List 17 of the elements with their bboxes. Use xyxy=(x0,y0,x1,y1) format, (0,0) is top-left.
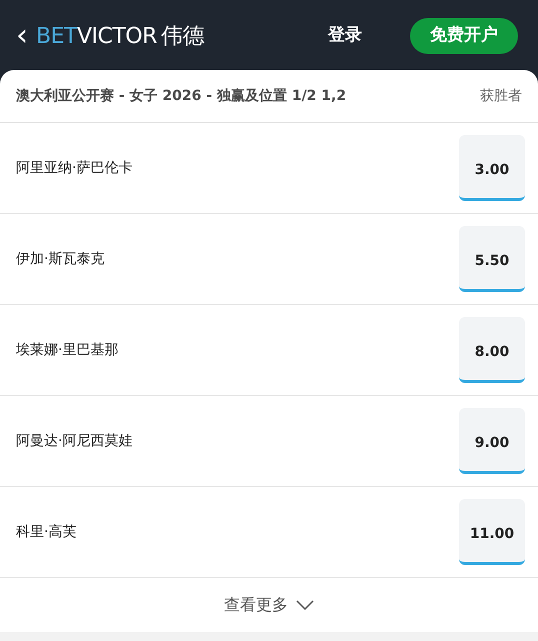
selection-name: 科里·高芙 xyxy=(16,522,76,542)
selection-name: 埃莱娜·里巴基那 xyxy=(16,340,118,360)
odds-button[interactable]: 3.00 xyxy=(459,135,525,201)
market-title: 澳大利亚公开赛 - 女子 2026 - 独赢及位置 1/2 1,2 xyxy=(16,86,346,106)
odds-button[interactable]: 11.00 xyxy=(459,499,525,565)
odds-button[interactable]: 8.00 xyxy=(459,317,525,383)
signup-button[interactable]: 免费开户 xyxy=(410,18,518,54)
brand-logo: BETVICTOR 伟德 xyxy=(36,22,204,50)
back-button[interactable]: ‹ xyxy=(16,21,28,51)
market-type: 获胜者 xyxy=(480,86,522,106)
odds-button[interactable]: 9.00 xyxy=(459,408,525,474)
selection-name: 伊加·斯瓦泰克 xyxy=(16,250,104,268)
selection-name: 阿里亚纳·萨巴伦卡 xyxy=(16,158,132,178)
chevron-down-icon xyxy=(296,600,314,610)
login-button[interactable]: 登录 xyxy=(328,23,362,49)
odds-button[interactable]: 5.50 xyxy=(459,226,525,292)
selection-name: 阿曼达·阿尼西莫娃 xyxy=(16,432,132,450)
